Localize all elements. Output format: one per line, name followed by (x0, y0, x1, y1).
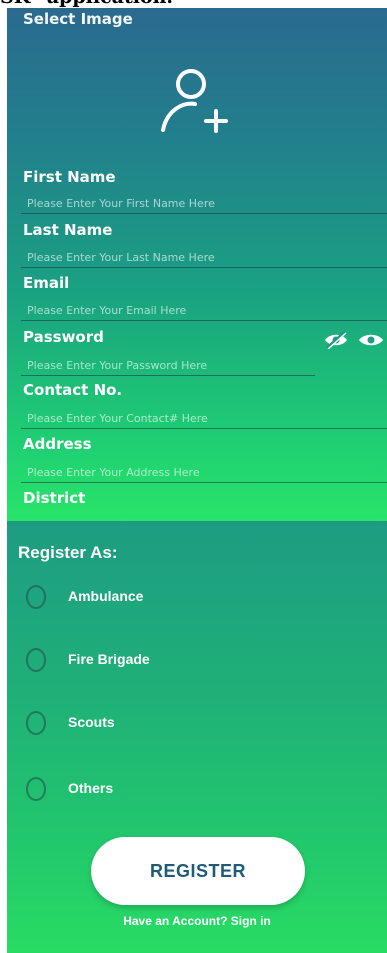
radio-option-ambulance[interactable]: Ambulance (26, 585, 226, 615)
sign-in-link[interactable]: Have an Account? Sign in (7, 914, 387, 928)
radio-label[interactable]: Ambulance (68, 588, 143, 604)
contact-underline (21, 428, 387, 429)
radio-option-fire-brigade[interactable]: Fire Brigade (26, 648, 226, 678)
password-label: Password (23, 328, 104, 346)
first-name-field[interactable] (27, 193, 377, 213)
register-as-title: Register As: (18, 543, 118, 562)
radio-label[interactable]: Scouts (68, 714, 115, 730)
last-name-underline (21, 267, 387, 268)
contact-label: Contact No. (23, 381, 123, 399)
contact-field[interactable] (27, 408, 377, 428)
add-user-icon[interactable] (155, 66, 235, 138)
password-visibility-toggle[interactable] (323, 330, 385, 350)
password-field[interactable] (27, 355, 307, 375)
address-underline (21, 482, 387, 483)
last-name-label: Last Name (23, 221, 113, 239)
radio-button[interactable] (26, 648, 46, 672)
radio-button[interactable] (26, 711, 46, 735)
radio-button[interactable] (26, 777, 46, 801)
register-as-screen: Register As: Ambulance Fire Brigade Scou… (7, 521, 387, 953)
email-label: Email (23, 274, 70, 292)
password-underline (21, 375, 315, 376)
radio-label[interactable]: Others (68, 780, 113, 796)
district-label[interactable]: District (23, 489, 85, 507)
eye-off-icon[interactable] (325, 330, 347, 350)
address-label: Address (23, 435, 92, 453)
radio-button[interactable] (26, 585, 46, 609)
register-button[interactable]: REGISTER (91, 837, 305, 905)
last-name-field[interactable] (27, 247, 377, 267)
first-name-label: First Name (23, 168, 116, 186)
email-field[interactable] (27, 300, 377, 320)
address-field[interactable] (27, 462, 377, 482)
radio-option-others[interactable]: Others (26, 777, 226, 807)
select-image-label[interactable]: Select Image (23, 10, 133, 28)
email-underline (21, 320, 387, 321)
first-name-underline (21, 213, 387, 214)
page-caption: SK" application. (0, 0, 173, 8)
radio-option-scouts[interactable]: Scouts (26, 711, 226, 741)
registration-form-screen: Select Image First Name Last Name Email … (7, 8, 387, 521)
eye-icon[interactable] (359, 334, 383, 346)
radio-label[interactable]: Fire Brigade (68, 651, 150, 667)
